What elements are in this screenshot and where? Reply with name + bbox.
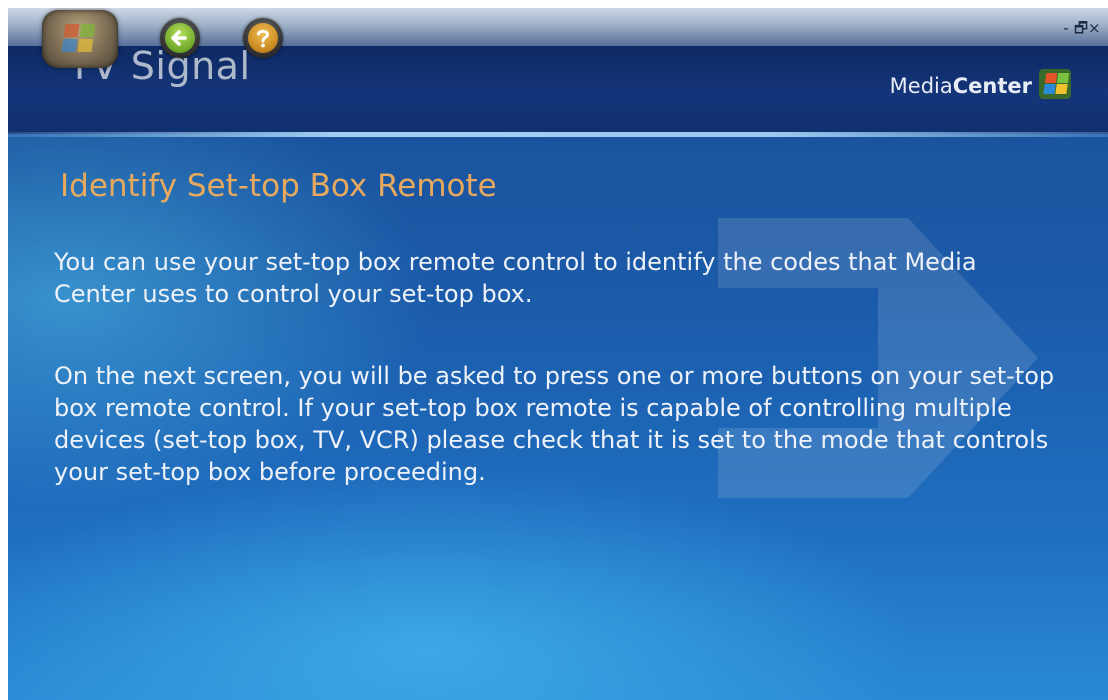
start-button[interactable] <box>42 10 118 68</box>
minimize-button[interactable]: - <box>1060 19 1074 37</box>
media-center-window: TV Signal - 🗗× MediaCenter Identify Set-… <box>8 8 1108 700</box>
header-divider <box>8 132 1108 137</box>
close-button[interactable]: × <box>1088 19 1102 37</box>
back-arrow-icon <box>171 30 187 46</box>
windows-orb-icon <box>61 24 96 52</box>
help-question-icon <box>257 29 270 48</box>
back-button[interactable] <box>160 18 200 58</box>
intro-paragraph: You can use your set-top box remote cont… <box>54 248 977 308</box>
section-heading: Identify Set-top Box Remote <box>60 168 497 204</box>
windows-flag-icon <box>1039 69 1071 99</box>
brand-light: Media <box>889 74 953 98</box>
media-center-logo: MediaCenter <box>890 74 1032 98</box>
window-controls: - 🗗× <box>1060 18 1102 43</box>
brand-bold: Center <box>952 74 1032 98</box>
help-button[interactable] <box>243 18 283 58</box>
restore-button[interactable]: 🗗 <box>1074 18 1088 43</box>
instructions-paragraph: On the next screen, you will be asked to… <box>54 362 1055 486</box>
